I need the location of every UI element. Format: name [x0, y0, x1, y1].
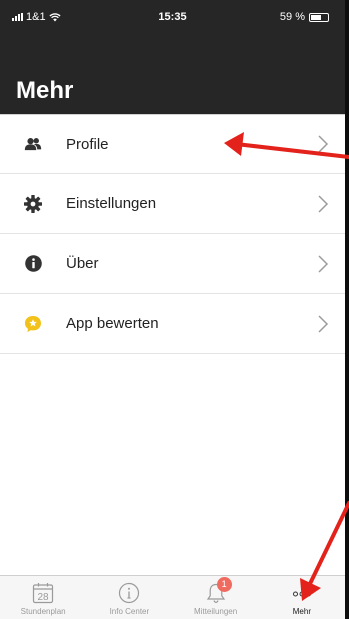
navigation-header: Mehr	[0, 34, 345, 114]
tab-info-center[interactable]: Info Center	[86, 576, 172, 619]
status-battery: 59 %	[280, 11, 329, 23]
info-circle-icon	[118, 581, 140, 605]
tab-stundenplan[interactable]: 28 Stundenplan	[0, 576, 86, 619]
menu-item-label: App bewerten	[66, 315, 159, 332]
more-dots-icon	[291, 581, 313, 605]
tab-mitteilungen[interactable]: 1 Mitteilungen	[173, 576, 259, 619]
chevron-right-icon	[318, 194, 329, 213]
menu-item-rate-app[interactable]: App bewerten	[0, 294, 345, 354]
tab-label: Info Center	[109, 607, 150, 616]
phone-screen: 1&1 15:35 59 % Mehr Profile Einstellunge…	[0, 0, 349, 619]
status-bar: 1&1 15:35 59 %	[0, 0, 345, 34]
tab-label: Mitteilungen	[194, 607, 238, 616]
menu-list: Profile Einstellungen Über App bewerten	[0, 114, 345, 354]
tab-label: Mehr	[292, 607, 311, 616]
tab-label: Stundenplan	[20, 607, 66, 616]
menu-item-settings[interactable]: Einstellungen	[0, 174, 345, 234]
chevron-right-icon	[318, 135, 329, 153]
calendar-day: 28	[38, 592, 50, 603]
star-bubble-icon	[24, 315, 42, 333]
battery-icon	[309, 12, 329, 22]
chevron-right-icon	[318, 314, 329, 333]
battery-percent: 59 %	[279, 11, 305, 23]
menu-item-label: Über	[66, 255, 99, 272]
tab-mehr[interactable]: Mehr	[259, 576, 345, 619]
gear-icon	[24, 194, 42, 213]
bell-icon: 1	[205, 577, 232, 605]
notification-badge: 1	[216, 577, 232, 592]
calendar-icon: 28	[32, 581, 54, 605]
menu-item-about[interactable]: Über	[0, 234, 345, 294]
device-frame-edge	[345, 0, 349, 619]
menu-item-profile[interactable]: Profile	[0, 114, 345, 174]
info-icon	[24, 255, 42, 273]
menu-item-label: Einstellungen	[66, 195, 157, 212]
chevron-right-icon	[318, 254, 329, 273]
tab-bar: 28 Stundenplan Info Center 1 Mitteilunge…	[0, 575, 345, 619]
page-title: Mehr	[16, 77, 74, 104]
users-icon	[24, 135, 42, 153]
menu-item-label: Profile	[66, 135, 109, 153]
